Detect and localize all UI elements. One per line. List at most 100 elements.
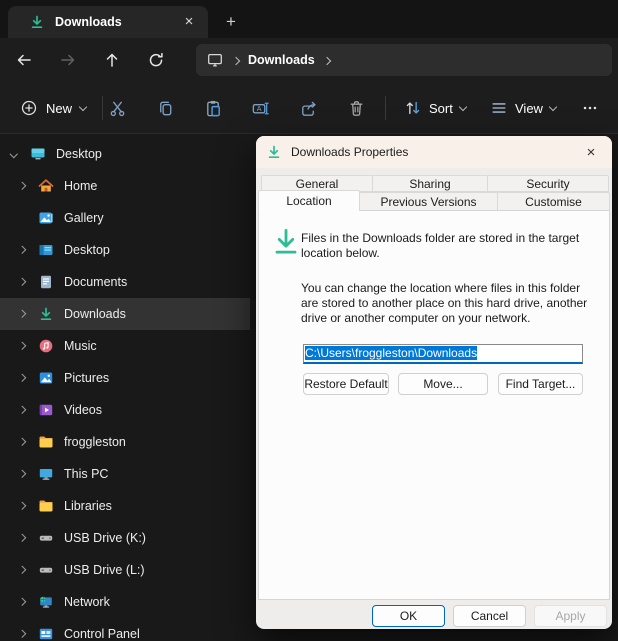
download-icon <box>266 144 282 160</box>
breadcrumb-chevron-icon <box>322 56 330 64</box>
desktop-folder-icon <box>38 242 54 258</box>
sidebar-item-usb-drive-l[interactable]: USB Drive (L:) <box>0 554 250 586</box>
ok-button[interactable]: OK <box>372 605 445 627</box>
chevron-right-icon[interactable] <box>18 182 26 190</box>
file-explorer-window: Downloads × + Downloads New <box>0 0 618 641</box>
breadcrumb-downloads[interactable]: Downloads <box>248 53 315 67</box>
share-button[interactable] <box>288 90 328 126</box>
svg-text:A: A <box>256 104 261 112</box>
copy-icon <box>156 99 175 118</box>
see-more-button[interactable] <box>570 90 610 126</box>
breadcrumb-chevron-icon <box>232 56 240 64</box>
sidebar-item-desktop[interactable]: Desktop <box>0 234 250 266</box>
chevron-right-icon[interactable] <box>18 598 26 606</box>
cut-button[interactable] <box>97 90 137 126</box>
sidebar-item-desktop-root[interactable]: Desktop <box>0 138 250 170</box>
sidebar-item-pictures[interactable]: Pictures <box>0 362 250 394</box>
tab-title: Downloads <box>55 15 122 29</box>
sort-button-label: Sort <box>429 101 453 116</box>
plus-circle-icon <box>20 99 38 117</box>
location-tab-page: Files in the Downloads folder are stored… <box>258 210 610 600</box>
sidebar-item-usb-drive-k[interactable]: USB Drive (K:) <box>0 522 250 554</box>
chevron-right-icon[interactable] <box>18 502 26 510</box>
sidebar-item-control-panel[interactable]: Control Panel <box>0 618 250 641</box>
copy-button[interactable] <box>145 90 185 126</box>
chevron-down-icon <box>549 102 557 110</box>
back-button[interactable] <box>6 42 42 78</box>
view-icon <box>490 99 508 117</box>
forward-button[interactable] <box>50 42 86 78</box>
dialog-titlebar: Downloads Properties × <box>256 136 612 168</box>
sidebar-item-videos[interactable]: Videos <box>0 394 250 426</box>
view-button-label: View <box>515 101 543 116</box>
explorer-tab-downloads[interactable]: Downloads × <box>8 6 208 38</box>
chevron-right-icon[interactable] <box>18 534 26 542</box>
network-icon <box>38 594 54 610</box>
restore-default-button[interactable]: Restore Default <box>303 373 389 395</box>
rename-icon: A <box>251 99 270 118</box>
sidebar-item-music[interactable]: Music <box>0 330 250 362</box>
navigation-bar: Downloads <box>0 38 618 82</box>
up-button[interactable] <box>94 42 130 78</box>
apply-button[interactable]: Apply <box>534 605 607 627</box>
rename-button[interactable]: A <box>240 90 280 126</box>
download-icon <box>29 14 45 30</box>
refresh-button[interactable] <box>138 42 174 78</box>
folder-icon <box>38 434 54 450</box>
chevron-right-icon[interactable] <box>18 310 26 318</box>
sidebar-item-froggleston[interactable]: froggleston <box>0 426 250 458</box>
selected-path-text: C:\Users\froggleston\Downloads <box>305 346 477 360</box>
sidebar-item-libraries[interactable]: Libraries <box>0 490 250 522</box>
chevron-right-icon[interactable] <box>18 406 26 414</box>
chevron-down-icon <box>79 102 87 110</box>
folder-icon <box>38 498 54 514</box>
chevron-right-icon[interactable] <box>18 374 26 382</box>
dialog-tab-control: General Sharing Security Location Previo… <box>258 175 610 211</box>
trash-icon <box>347 99 366 118</box>
tab-strip: Downloads × + <box>0 0 618 38</box>
address-bar[interactable]: Downloads <box>196 44 612 76</box>
sort-button[interactable]: Sort <box>396 90 474 126</box>
tab-customise[interactable]: Customise <box>497 192 610 211</box>
paste-button[interactable] <box>193 90 233 126</box>
new-tab-button[interactable]: + <box>218 9 244 35</box>
sidebar-item-downloads[interactable]: Downloads <box>0 298 250 330</box>
new-button[interactable]: New <box>10 90 96 126</box>
delete-button[interactable] <box>336 90 376 126</box>
chevron-right-icon[interactable] <box>18 630 26 638</box>
chevron-right-icon[interactable] <box>18 246 26 254</box>
chevron-right-icon[interactable] <box>18 566 26 574</box>
tab-location[interactable]: Location <box>258 190 360 211</box>
usb-drive-icon <box>38 530 54 546</box>
chevron-right-icon[interactable] <box>18 278 26 286</box>
tab-sharing[interactable]: Sharing <box>372 175 488 192</box>
dialog-close-button[interactable]: × <box>578 141 604 164</box>
cancel-button[interactable]: Cancel <box>453 605 526 627</box>
tab-security[interactable]: Security <box>487 175 609 192</box>
sidebar-item-this-pc[interactable]: This PC <box>0 458 250 490</box>
location-description-text: You can change the location where files … <box>301 281 591 326</box>
view-button[interactable]: View <box>482 90 564 126</box>
documents-icon <box>38 274 54 290</box>
sort-icon <box>404 99 422 117</box>
paste-icon <box>204 99 223 118</box>
location-path-input[interactable]: C:\Users\froggleston\Downloads <box>303 344 583 364</box>
forward-icon <box>59 51 77 69</box>
sidebar-item-home[interactable]: Home <box>0 170 250 202</box>
up-icon <box>103 51 121 69</box>
tab-close-button[interactable]: × <box>178 11 200 33</box>
chevron-down-icon[interactable] <box>10 150 18 158</box>
sidebar-item-network[interactable]: Network <box>0 586 250 618</box>
move-button[interactable]: Move... <box>398 373 488 395</box>
sidebar-item-documents[interactable]: Documents <box>0 266 250 298</box>
chevron-right-icon[interactable] <box>18 438 26 446</box>
chevron-right-icon[interactable] <box>18 470 26 478</box>
tab-previous-versions[interactable]: Previous Versions <box>359 192 498 211</box>
home-icon <box>38 178 54 194</box>
control-panel-icon <box>38 626 54 641</box>
chevron-right-icon[interactable] <box>18 342 26 350</box>
ellipsis-icon <box>581 99 599 117</box>
find-target-button[interactable]: Find Target... <box>498 373 583 395</box>
downloads-icon <box>38 306 54 322</box>
sidebar-item-gallery[interactable]: Gallery <box>0 202 250 234</box>
